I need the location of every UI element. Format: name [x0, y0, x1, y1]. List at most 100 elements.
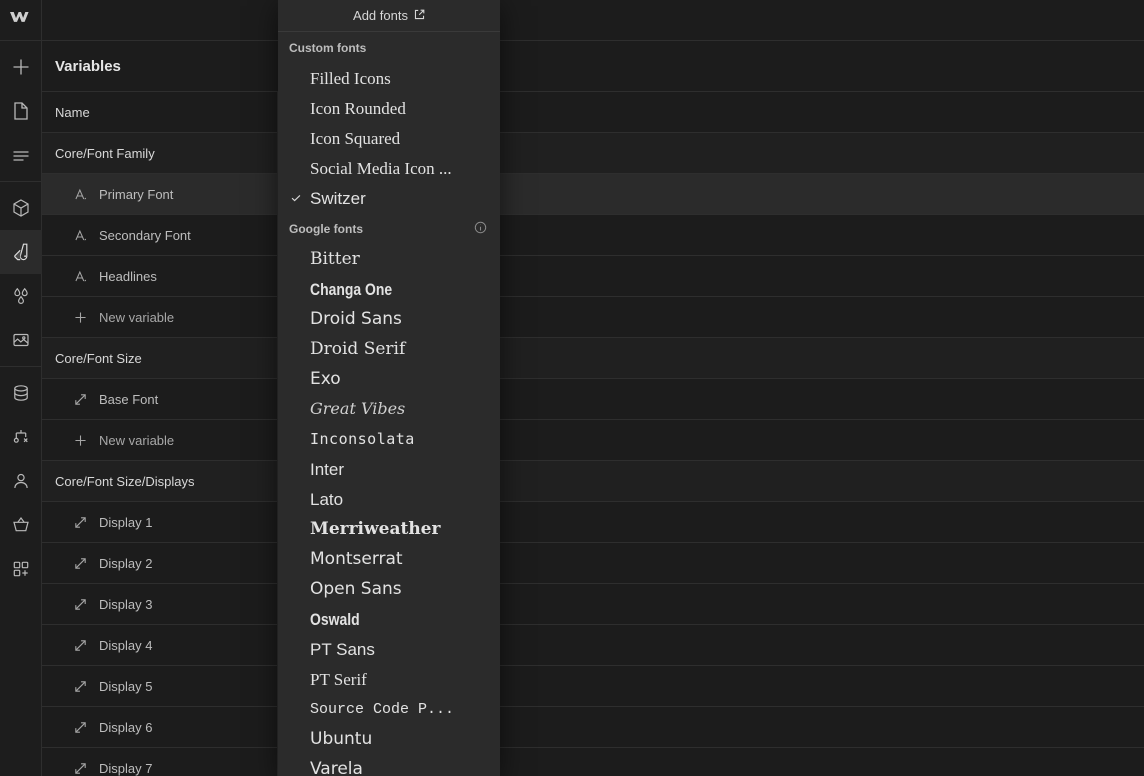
variable-name-cell[interactable]: Display 1: [42, 502, 278, 542]
font-option[interactable]: Social Media Icon ...: [278, 153, 500, 183]
font-option[interactable]: Varela: [278, 754, 500, 776]
font-option[interactable]: Filled Icons: [278, 63, 500, 93]
variables-panel[interactable]: [0, 274, 42, 318]
variable-group-name-cell: Core/Font Family: [42, 133, 278, 173]
font-option[interactable]: Inter: [278, 454, 500, 484]
new-variable-name-cell[interactable]: New variable: [42, 420, 278, 460]
rail-group-1: [0, 41, 42, 181]
variable-row[interactable]: Display 2: [42, 543, 1144, 584]
size-arrow-icon: [71, 515, 89, 530]
font-option[interactable]: Exo: [278, 364, 500, 394]
variable-group-row[interactable]: Core/Font Size/Displays: [42, 461, 1144, 502]
variable-name-cell[interactable]: Secondary Font: [42, 215, 278, 255]
logic-panel[interactable]: [0, 415, 42, 459]
rail-group-2: [0, 181, 42, 366]
variable-name-cell[interactable]: Display 7: [42, 748, 278, 776]
font-option[interactable]: PT Serif: [278, 664, 500, 694]
apps-panel[interactable]: [0, 547, 42, 591]
info-icon[interactable]: [474, 221, 487, 237]
font-option[interactable]: Switzer: [278, 183, 500, 213]
variable-name-cell[interactable]: Display 6: [42, 707, 278, 747]
variable-name-cell[interactable]: Display 4: [42, 625, 278, 665]
table-column-header: Name: [42, 92, 1144, 133]
variable-row[interactable]: Display 4: [42, 625, 1144, 666]
variable-label: Display 7: [99, 760, 153, 776]
variable-row[interactable]: Primary Font: [42, 174, 1144, 215]
variable-name-cell[interactable]: Display 3: [42, 584, 278, 624]
check-icon: [290, 373, 310, 385]
font-option[interactable]: Droid Sans: [278, 304, 500, 334]
font-option-label: Icon Rounded: [310, 98, 406, 118]
variable-row[interactable]: Display 1: [42, 502, 1144, 543]
check-icon: [290, 132, 310, 144]
variable-row[interactable]: Headlines: [42, 256, 1144, 297]
variable-label: Display 1: [99, 514, 153, 530]
add-fonts-label: Add fonts: [353, 8, 408, 23]
font-option[interactable]: Lato: [278, 484, 500, 514]
font-option[interactable]: Great Vibes: [278, 394, 500, 424]
variable-name-cell[interactable]: Headlines: [42, 256, 278, 296]
size-arrow-icon: [71, 720, 89, 735]
size-arrow-icon: [71, 638, 89, 653]
font-option-label: Inter: [310, 459, 345, 479]
variable-label: Headlines: [99, 268, 157, 284]
variable-row[interactable]: Display 3: [42, 584, 1144, 625]
variable-row[interactable]: Display 5: [42, 666, 1144, 707]
font-option[interactable]: Merriweather: [278, 514, 500, 544]
variable-label: Base Font: [99, 391, 159, 407]
components-panel[interactable]: [0, 186, 42, 230]
font-option[interactable]: Bitter: [278, 244, 500, 274]
variable-group-row[interactable]: Core/Font Size: [42, 338, 1144, 379]
variable-name-cell[interactable]: Display 5: [42, 666, 278, 706]
font-picker-dropdown[interactable]: Add fonts Custom fonts Filled Icons Icon R…: [278, 0, 500, 776]
style-panel[interactable]: [0, 230, 42, 274]
variable-row[interactable]: Display 6: [42, 707, 1144, 748]
font-option[interactable]: Icon Squared: [278, 123, 500, 153]
font-option[interactable]: Source Code P...: [278, 694, 500, 724]
left-icon-rail: [0, 0, 42, 776]
users-panel[interactable]: [0, 459, 42, 503]
size-arrow-icon: [71, 556, 89, 571]
font-option[interactable]: Montserrat: [278, 544, 500, 574]
variable-label: Display 4: [99, 637, 153, 653]
variable-group-name-cell: Core/Font Size: [42, 338, 278, 378]
font-option[interactable]: Open Sans: [278, 574, 500, 604]
new-variable-row[interactable]: New variable: [42, 420, 1144, 461]
font-option[interactable]: Ubuntu: [278, 724, 500, 754]
font-option[interactable]: PT Sans: [278, 634, 500, 664]
font-section-label: Google fonts: [289, 221, 363, 236]
webflow-logo[interactable]: [0, 0, 42, 41]
variable-name-cell[interactable]: Display 2: [42, 543, 278, 583]
new-variable-name-cell[interactable]: New variable: [42, 297, 278, 337]
variable-row[interactable]: Secondary Font: [42, 215, 1144, 256]
font-section-header: Google fonts: [278, 213, 500, 244]
size-arrow-icon: [71, 597, 89, 612]
variable-group-label: Core/Font Size/Displays: [55, 473, 195, 489]
variable-row[interactable]: Display 7: [42, 748, 1144, 776]
pages-panel[interactable]: [0, 89, 42, 133]
check-icon: [290, 283, 310, 295]
font-option-label: Droid Sans: [310, 308, 402, 329]
webflow-designer: Variables Name Core/Font Family Primary F…: [0, 0, 1144, 776]
check-icon: [290, 253, 310, 265]
size-arrow-icon: [71, 679, 89, 694]
font-option[interactable]: Changa One: [278, 274, 500, 304]
variable-name-cell[interactable]: Base Font: [42, 379, 278, 419]
new-variable-row[interactable]: New variable: [42, 297, 1144, 338]
assets-panel[interactable]: [0, 318, 42, 362]
ecommerce-panel[interactable]: [0, 503, 42, 547]
add-panel[interactable]: [0, 45, 42, 89]
font-option-label: Exo: [310, 368, 341, 389]
font-option[interactable]: Droid Serif: [278, 334, 500, 364]
variable-row[interactable]: Base Font: [42, 379, 1144, 420]
font-option[interactable]: Inconsolata: [278, 424, 500, 454]
font-option[interactable]: Oswald: [278, 604, 500, 634]
font-option[interactable]: Icon Rounded: [278, 93, 500, 123]
font-option-label: Varela: [310, 758, 363, 776]
variable-group-row[interactable]: Core/Font Family: [42, 133, 1144, 174]
font-option-label: Source Code P...: [310, 700, 455, 718]
navigator-panel[interactable]: [0, 133, 42, 177]
add-fonts-button[interactable]: Add fonts: [278, 0, 500, 32]
variable-name-cell[interactable]: Primary Font: [42, 174, 278, 214]
cms-panel[interactable]: [0, 371, 42, 415]
